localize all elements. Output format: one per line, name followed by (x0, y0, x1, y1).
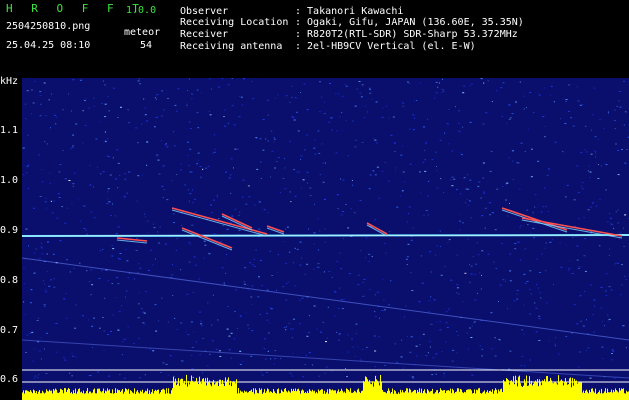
receiver-label: Receiver (180, 29, 229, 40)
antenna-label: Receiving antenna (180, 41, 283, 52)
freq-tick-label: 1.0 (0, 175, 19, 186)
observer-label: Observer (180, 6, 229, 17)
freq-unit: kHz (0, 76, 19, 87)
datetime: 25.04.25 08:10 (6, 40, 91, 51)
receiver-value: : R820T2(RTL-SDR) SDR-Sharp 53.372MHz (295, 29, 518, 40)
spectrogram (22, 78, 629, 400)
file-name: 2504250810.png (6, 21, 91, 32)
freq-tick-label: 0.6 (0, 374, 19, 385)
freq-tick-label: 0.8 (0, 275, 19, 286)
app-title: H R O F F T (6, 2, 145, 15)
spectrogram-background (22, 78, 629, 400)
app-version: 1.0.0 (126, 5, 157, 16)
location-label: Receiving Location (180, 17, 289, 28)
freq-tick-label: 0.9 (0, 225, 19, 236)
observer-value: : Takanori Kawachi (295, 6, 404, 17)
freq-tick-label: 0.7 (0, 325, 19, 336)
location-value: : Ogaki, Gifu, JAPAN (136.60E, 35.35N) (295, 17, 524, 28)
meteor-count: 54 (140, 40, 153, 51)
meteor-label: meteor (124, 27, 161, 38)
antenna-value: : 2el-HB9CV Vertical (el. E-W) (295, 41, 476, 52)
freq-tick-label: 1.1 (0, 125, 19, 136)
